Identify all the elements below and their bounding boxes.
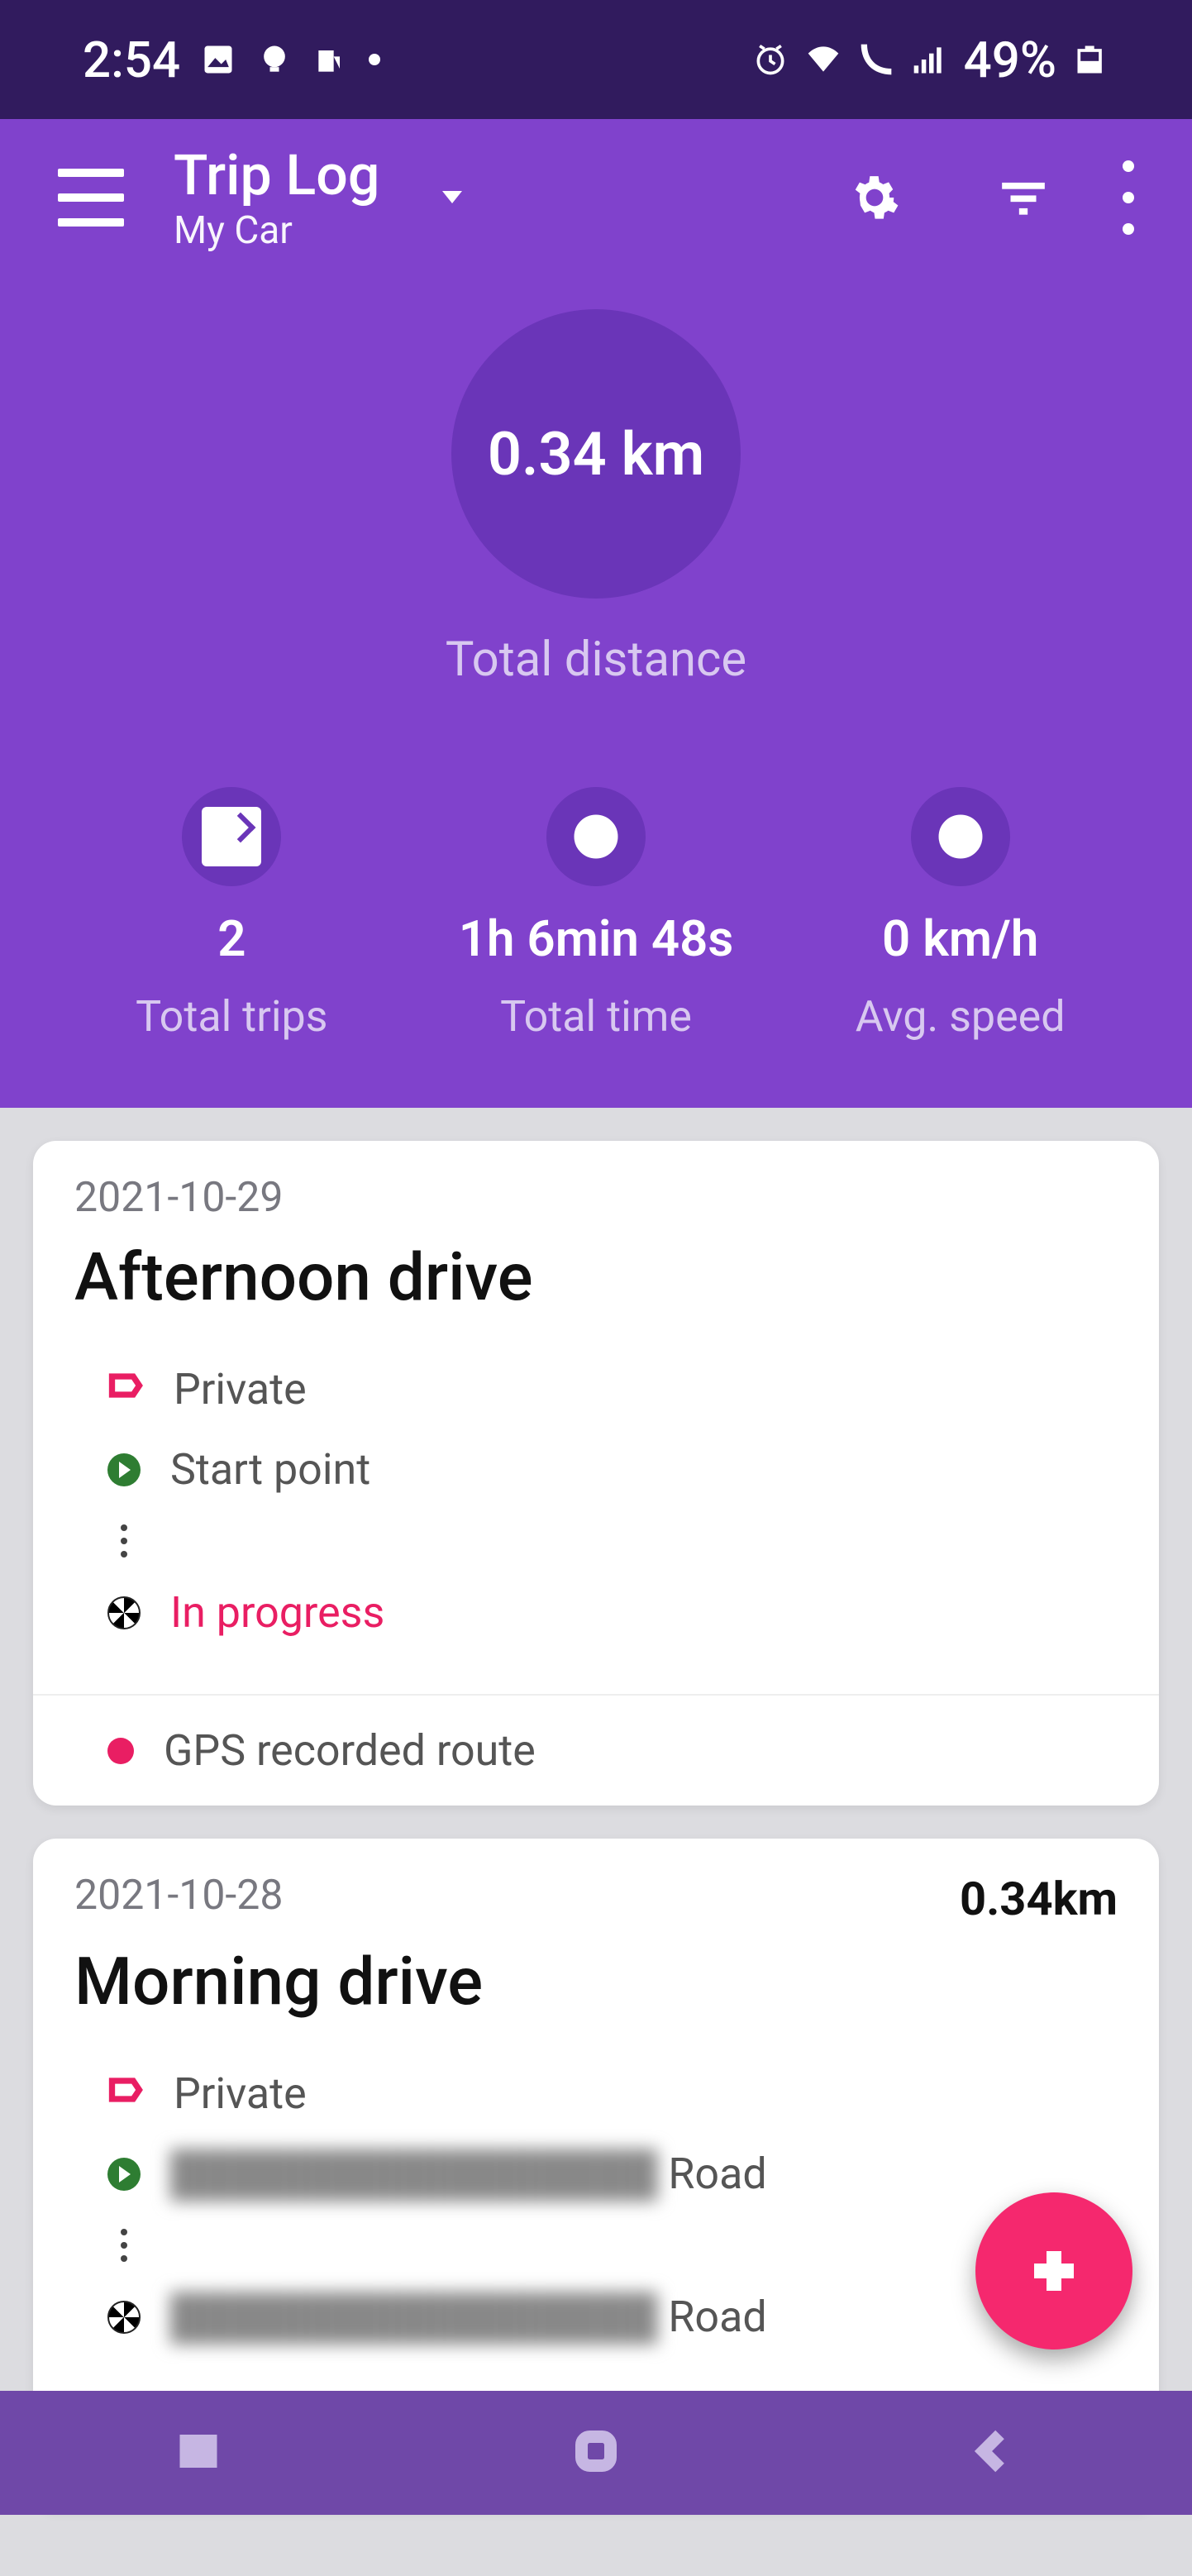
stat-avg-speed[interactable]: 0 km/h Avg. speed: [778, 787, 1142, 1042]
wifi-icon: [805, 41, 842, 78]
plus-icon: [1024, 2241, 1084, 2301]
stat-label: Total time: [500, 991, 692, 1042]
status-left: 2:54: [83, 31, 380, 89]
total-distance-value: 0.34 km: [488, 419, 704, 489]
gear-icon: [849, 172, 900, 223]
end-icon: [107, 2301, 141, 2334]
nav-recent-button[interactable]: [174, 2426, 223, 2479]
start-icon: [107, 1453, 141, 1486]
battery-icon: [1073, 41, 1109, 78]
status-right: 49%: [752, 31, 1109, 89]
clock-icon: [546, 787, 646, 886]
bulb-icon: [256, 41, 293, 78]
gps-dot-icon: [107, 1738, 134, 1764]
trip-title: Afternoon drive: [33, 1230, 1159, 1341]
stat-total-time[interactable]: 1h 6min 48s Total time: [414, 787, 779, 1042]
settings-button[interactable]: [846, 169, 904, 227]
trip-start: ████████████████ Road: [170, 2149, 767, 2199]
trip-category: Private: [174, 2068, 307, 2119]
trip-end: In progress: [170, 1587, 384, 1638]
route-dots-icon: [121, 1524, 127, 1558]
call-icon: [858, 41, 894, 78]
route-dots-icon: [121, 2229, 127, 2262]
tag-icon: [107, 1364, 144, 1414]
trip-end: ████████████████ Road: [170, 2292, 767, 2342]
app-subtitle: My Car: [174, 208, 379, 253]
chevron-down-icon[interactable]: [437, 181, 467, 214]
filter-button[interactable]: [994, 169, 1052, 227]
more-vertical-icon: [1123, 160, 1134, 172]
stat-value: 0 km/h: [882, 909, 1038, 968]
title-dropdown[interactable]: Trip Log My Car: [174, 142, 379, 253]
trip-distance: 0.34km: [960, 1872, 1118, 1926]
trip-title: Morning drive: [33, 1934, 1159, 2045]
trip-card[interactable]: 2021-10-29 Afternoon drive Private Start…: [33, 1141, 1159, 1806]
status-bar: 2:54 49%: [0, 0, 1192, 119]
summary-section: 0.34 km Total distance 2 Total trips 1h …: [0, 276, 1192, 1108]
trip-footer: GPS recorded route: [164, 1725, 536, 1776]
trip-category: Private: [174, 1364, 307, 1414]
trip-date: 2021-10-28: [74, 1872, 283, 1920]
stat-value: 2: [217, 909, 246, 968]
trip-list: 2021-10-29 Afternoon drive Private Start…: [0, 1108, 1192, 2576]
app-title: Trip Log: [174, 142, 379, 208]
trip-start: Start point: [170, 1444, 370, 1495]
trip-date: 2021-10-29: [74, 1174, 283, 1222]
nav-home-button[interactable]: [571, 2426, 621, 2479]
menu-button[interactable]: [58, 169, 124, 227]
filter-icon: [998, 172, 1049, 223]
signal-icon: [911, 41, 947, 78]
start-icon: [107, 2158, 141, 2191]
alarm-icon: [752, 41, 789, 78]
total-distance-label: Total distance: [0, 632, 1192, 688]
app-bar: Trip Log My Car: [0, 119, 1192, 276]
stat-label: Avg. speed: [856, 991, 1066, 1042]
status-time: 2:54: [83, 31, 180, 89]
add-trip-button[interactable]: [975, 2192, 1132, 2349]
trips-icon: [182, 787, 281, 886]
gauge-icon: [911, 787, 1010, 886]
battery-pct: 49%: [964, 31, 1056, 89]
nav-back-button[interactable]: [969, 2426, 1018, 2479]
stat-label: Total trips: [136, 991, 327, 1042]
overflow-button[interactable]: [1123, 150, 1134, 245]
status-dot: [369, 54, 380, 65]
tag-icon: [107, 2068, 144, 2119]
end-icon: [107, 1596, 141, 1629]
image-icon: [200, 41, 236, 78]
fuel-icon: [312, 41, 349, 78]
stat-value: 1h 6min 48s: [459, 909, 734, 968]
stat-row: 2 Total trips 1h 6min 48s Total time 0 k…: [0, 787, 1192, 1042]
total-distance-circle[interactable]: 0.34 km: [451, 309, 741, 599]
system-navbar: [0, 2391, 1192, 2515]
stat-total-trips[interactable]: 2 Total trips: [50, 787, 414, 1042]
